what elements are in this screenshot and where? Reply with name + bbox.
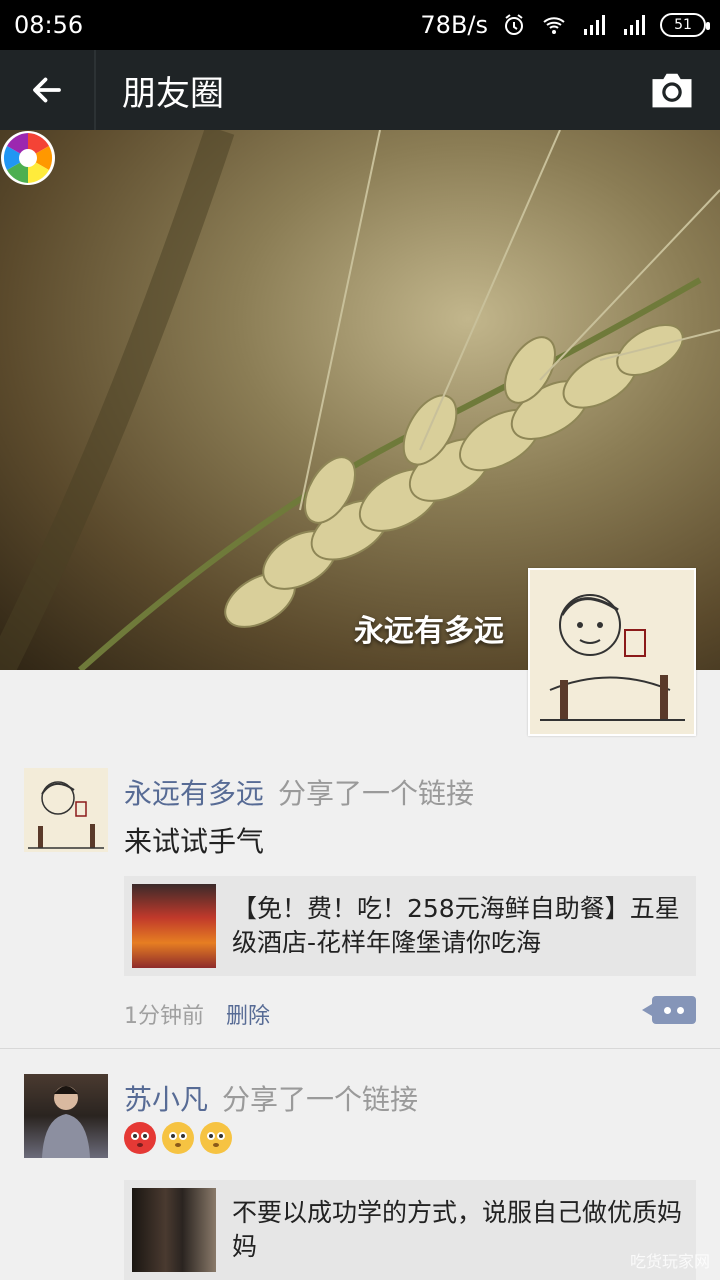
avatar-sketch: [540, 594, 685, 721]
flushed-emoji-icon: [124, 1122, 156, 1154]
flushed-emoji-icon: [162, 1122, 194, 1154]
comment-button[interactable]: [642, 996, 696, 1024]
post-meta: 1分钟前 删除: [124, 998, 270, 1030]
watermark: 吃货玩家网: [629, 1252, 710, 1271]
wifi-icon: [543, 17, 565, 34]
alarm-icon: [505, 14, 523, 35]
feed-post: 永远有多远 分享了一个链接 来试试手气 【免！费！吃！258元海鲜自助餐】五星级酒…: [0, 768, 720, 1048]
feed-post: 苏小凡 分享了一个链接 不要以成功学的方式，说服自己做优质妈妈: [0, 1074, 720, 1280]
delete-link[interactable]: 删除: [226, 1004, 270, 1029]
signal-icon-2: [624, 15, 645, 35]
battery-icon: 51: [660, 13, 710, 37]
link-card[interactable]: 不要以成功学的方式，说服自己做优质妈妈: [124, 1180, 696, 1280]
post-author[interactable]: 苏小凡 分享了一个链接: [124, 1078, 418, 1118]
page-title: 朋友圈: [122, 73, 224, 114]
link-title: 【免！费！吃！258元海鲜自助餐】五星级酒店-花样年隆堡请你吃海: [232, 894, 680, 957]
camera-button[interactable]: [646, 64, 698, 116]
post-author-name[interactable]: 永远有多远: [124, 777, 264, 810]
post-emojis: [124, 1120, 238, 1154]
link-card[interactable]: 【免！费！吃！258元海鲜自助餐】五星级酒店-花样年隆堡请你吃海: [124, 876, 696, 976]
link-thumbnail: [132, 884, 216, 968]
back-button[interactable]: [0, 50, 96, 130]
avatar-photo: [42, 1086, 90, 1158]
network-speed: 78B/s: [420, 11, 488, 39]
comment-dot-icon: [677, 1006, 684, 1014]
arrow-left-icon: [33, 77, 61, 103]
camera-icon: [652, 73, 692, 108]
link-title: 不要以成功学的方式，说服自己做优质妈妈: [232, 1198, 683, 1261]
profile-avatar[interactable]: [528, 568, 696, 736]
post-avatar[interactable]: [24, 1074, 108, 1158]
battery-level: 51: [674, 17, 692, 33]
post-divider: [0, 1048, 720, 1049]
cover-username: 永远有多远: [354, 614, 504, 649]
signal-icon: [584, 15, 605, 35]
post-time: 1分钟前: [124, 1004, 204, 1029]
status-bar: 08:56 78B/s 51: [0, 0, 720, 50]
post-action: 分享了一个链接: [278, 777, 475, 810]
post-text: 来试试手气: [124, 825, 265, 858]
avatar-sketch: [28, 781, 104, 849]
nav-bar: 朋友圈: [0, 50, 720, 130]
post-avatar[interactable]: [24, 768, 108, 852]
flushed-emoji-icon: [200, 1122, 232, 1154]
link-thumbnail: [132, 1188, 216, 1272]
status-time: 08:56: [14, 11, 84, 39]
post-author-name[interactable]: 苏小凡: [124, 1083, 208, 1116]
post-author[interactable]: 永远有多远 分享了一个链接: [124, 772, 474, 812]
post-action: 分享了一个链接: [222, 1083, 419, 1116]
loading-aperture-icon: [1, 131, 55, 185]
comment-dot-icon: [664, 1006, 671, 1014]
